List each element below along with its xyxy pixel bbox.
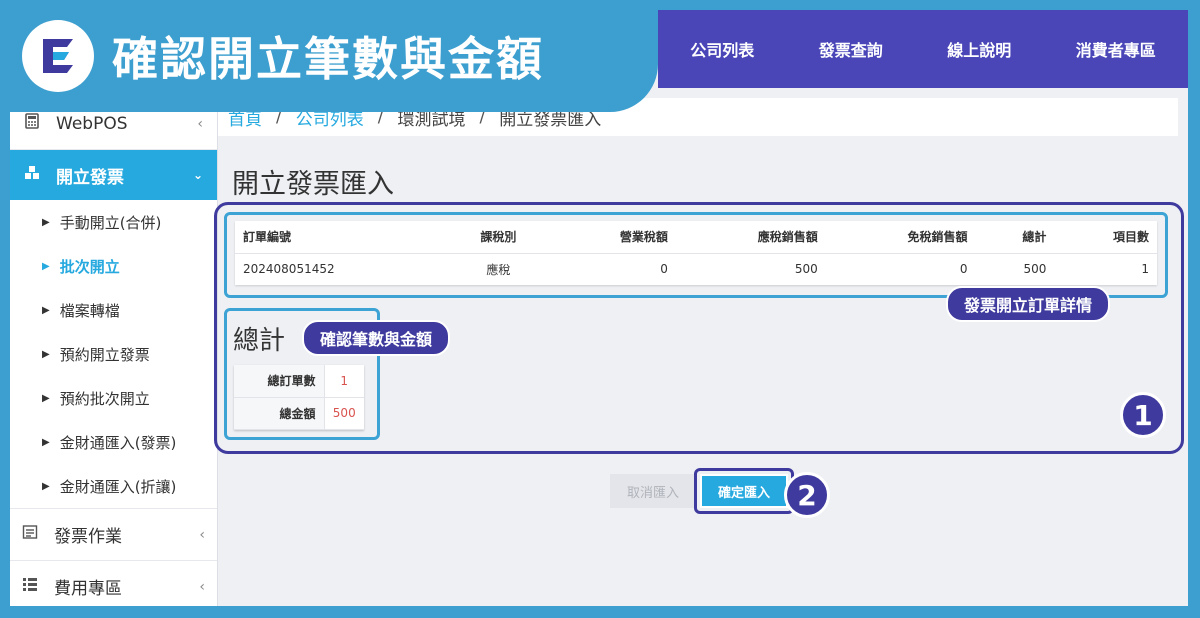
sidebar: WebPOS ‹ 開立發票 ⌄ ▶ 手動開立(合併) ▶ 批次開立 ▶ 檔案轉檔 ▶ 預… [10,98,218,606]
sidebar-subitem-scheduled[interactable]: ▶ 預約開立發票 [10,332,217,376]
amount-label: 總金額 [234,397,325,430]
calculator-icon [24,113,46,134]
nav-online-help[interactable]: 線上說明 [947,37,1011,61]
col-total: 總計 [975,221,1055,254]
logo-icon [22,20,94,92]
sidebar-item-label: 費用專區 [54,579,122,599]
orders-table: 訂單編號 課稅別 營業稅額 應稅銷售額 免稅銷售額 總計 項目數 2024080… [235,221,1157,285]
sidebar-subitem-label: 金財通匯入(發票) [59,433,177,452]
caret-right-icon: ▶ [42,392,50,404]
table-header-row: 訂單編號 課稅別 營業稅額 應稅銷售額 免稅銷售額 總計 項目數 [235,221,1157,254]
boxes-icon [24,165,46,186]
caret-right-icon: ▶ [42,304,50,316]
sidebar-subitem-file-convert[interactable]: ▶ 檔案轉檔 [10,288,217,332]
sidebar-subitem-manual[interactable]: ▶ 手動開立(合併) [10,200,217,244]
sidebar-item-label: 發票作業 [54,527,122,547]
col-tax-type: 課稅別 [447,221,550,254]
sidebar-subitem-label: 預約批次開立 [59,389,150,408]
cancel-import-button[interactable]: 取消匯入 [610,474,696,508]
amount-value: 500 [324,397,364,430]
sidebar-subitem-import-allowance[interactable]: ▶ 金財通匯入(折讓) [10,464,217,508]
sidebar-subitem-scheduled-batch[interactable]: ▶ 預約批次開立 [10,376,217,420]
totals-table: 總訂單數 1 總金額 500 [234,365,364,430]
table-row: 總金額 500 [234,397,364,430]
sidebar-subitem-label: 批次開立 [59,257,120,276]
nav-consumer-area[interactable]: 消費者專區 [1076,37,1156,61]
caret-right-icon: ▶ [42,348,50,360]
cell-order-no: 202408051452 [243,262,335,277]
cell-tax-type: 應稅 [486,262,511,277]
title-banner: 確認開立筆數與金額 [10,10,658,112]
sidebar-item-label: WebPOS [56,113,128,134]
sidebar-item-fees[interactable]: 費用專區 ‹ [10,560,217,606]
sidebar-subitem-label: 金財通匯入(折讓) [59,477,177,496]
step2-badge: 2 [784,472,830,518]
sidebar-subitem-import-invoice[interactable]: ▶ 金財通匯入(發票) [10,420,217,464]
step1-badge: 1 [1120,392,1166,438]
list-box-icon [22,524,44,545]
sidebar-subitem-label: 手動開立(合併) [59,213,162,232]
chevron-left-icon: ‹ [199,578,205,595]
app-window: 公司列表 發票查詢 線上說明 消費者專區 WebPOS ‹ 開立發票 ⌄ ▶ 手動… [10,10,1188,606]
caret-right-icon: ▶ [42,216,50,228]
caret-right-icon: ▶ [42,436,50,448]
table-row: 總訂單數 1 [234,365,364,398]
confirm-tag: 確認筆數與金額 [302,320,451,356]
confirm-button-highlight: 確定匯入 [694,468,794,514]
cell-tax-amount: 0 [660,262,668,277]
sidebar-item-label: 開立發票 [56,167,124,188]
col-order-no: 訂單編號 [235,221,448,254]
sidebar-subitem-label: 預約開立發票 [59,345,150,364]
top-nav: 公司列表 發票查詢 線上說明 消費者專區 [658,10,1188,88]
totals-title: 總計 [233,326,286,356]
caret-right-icon: ▶ [42,260,50,272]
cell-tax-free-sales: 0 [959,262,968,277]
chevron-left-icon: ‹ [197,115,203,132]
banner-title: 確認開立筆數與金額 [112,32,544,86]
order-count-label: 總訂單數 [234,365,325,398]
cell-item-count: 1 [1141,262,1149,277]
col-tax-amount: 營業稅額 [549,221,676,254]
table-row: 202408051452 應稅 0 500 0 500 1 [235,253,1157,285]
caret-right-icon: ▶ [42,480,50,492]
sidebar-item-issue-invoice[interactable]: 開立發票 ⌄ [10,150,217,200]
order-count-value: 1 [324,365,364,398]
cell-taxable-sales: 500 [794,262,818,277]
col-tax-free-sales: 免稅銷售額 [825,221,976,254]
page-title: 開立發票匯入 [232,169,394,200]
list-icon [22,576,44,597]
col-taxable-sales: 應稅銷售額 [675,221,826,254]
order-detail-tag: 發票開立訂單詳情 [946,286,1111,322]
confirm-import-button[interactable]: 確定匯入 [700,474,788,508]
cell-total: 500 [1023,262,1047,277]
nav-company-list[interactable]: 公司列表 [690,37,754,61]
nav-invoice-query[interactable]: 發票查詢 [819,37,883,61]
chevron-down-icon: ⌄ [192,168,203,182]
sidebar-item-invoice-ops[interactable]: 發票作業 ‹ [10,508,217,560]
col-item-count: 項目數 [1054,221,1157,254]
sidebar-subitem-label: 檔案轉檔 [59,301,120,320]
sidebar-subitem-batch[interactable]: ▶ 批次開立 [10,244,217,288]
chevron-left-icon: ‹ [199,526,205,543]
